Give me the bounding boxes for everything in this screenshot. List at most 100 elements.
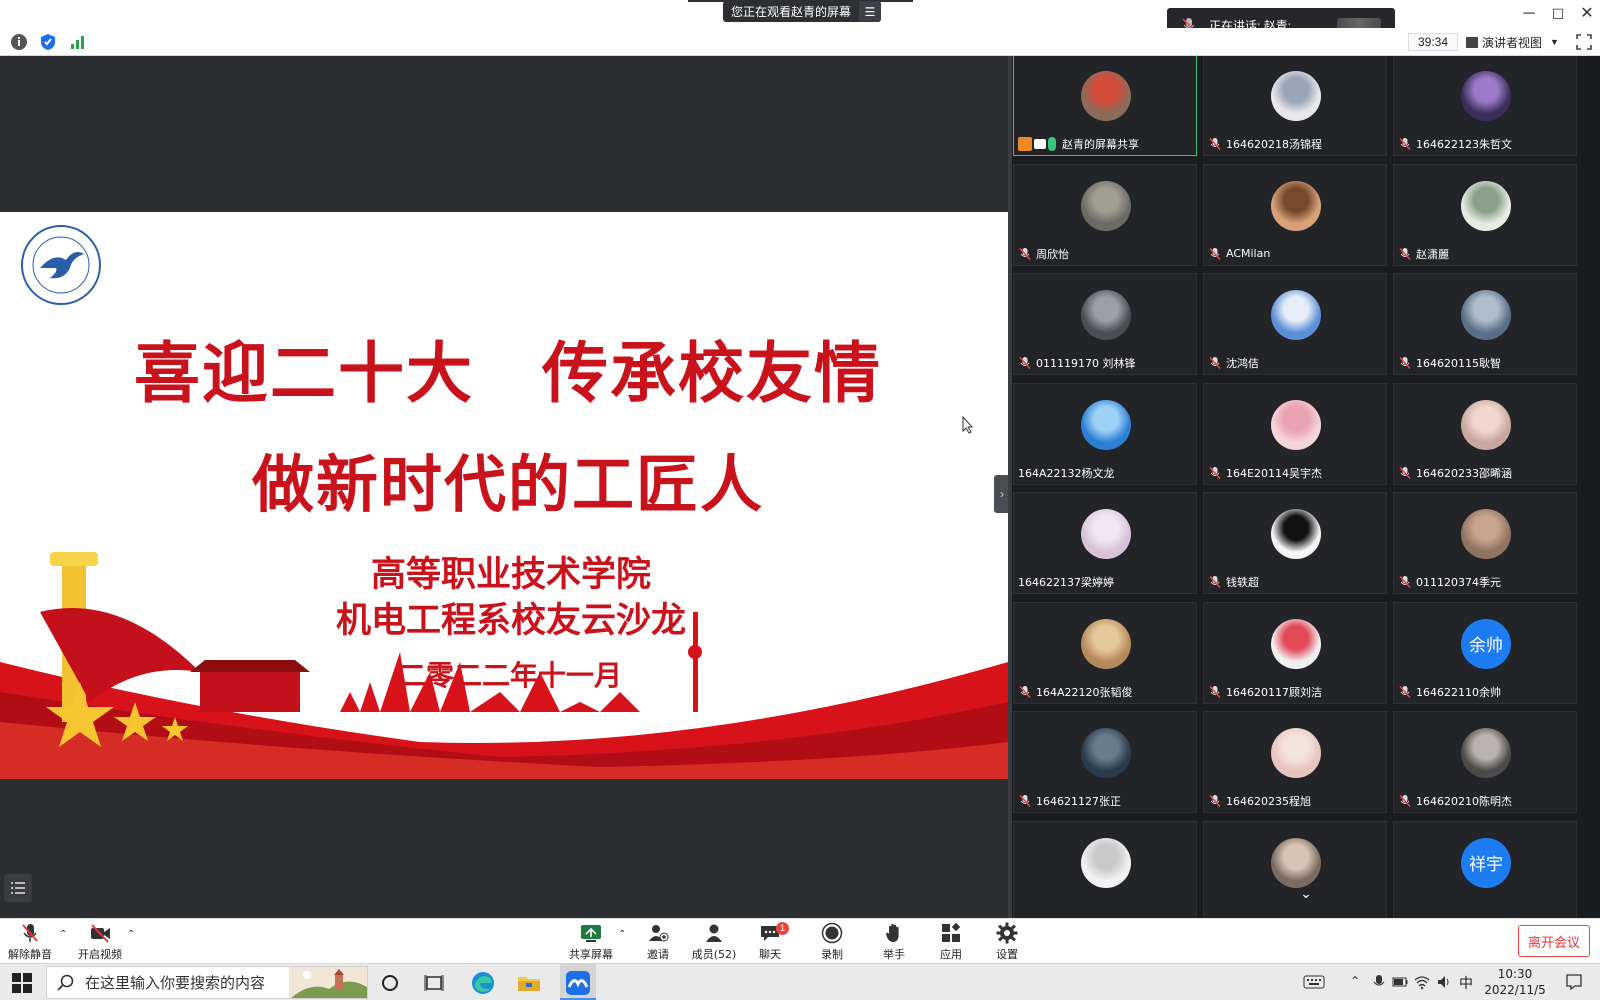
participant-tile[interactable]: 164620117顾刘洁	[1203, 601, 1387, 704]
microphone-tray-icon[interactable]	[1371, 974, 1387, 990]
tray-expand-chevron-icon[interactable]: ⌃	[1350, 974, 1366, 990]
unmute-button[interactable]: 解除静音	[0, 922, 60, 962]
participant-tile[interactable]: 011119170 刘林锋	[1013, 273, 1197, 375]
participant-tile[interactable]: 164A22120张韬俊	[1013, 601, 1197, 704]
fullscreen-icon[interactable]	[1576, 34, 1592, 50]
participant-tile[interactable]: 164620115耿智	[1393, 273, 1577, 375]
leave-meeting-button[interactable]: 离开会议	[1518, 925, 1590, 957]
participant-name-row: 164620218汤锦程	[1208, 136, 1322, 152]
security-shield-icon[interactable]	[39, 33, 57, 51]
search-placeholder: 在这里输入你要搜索的内容	[85, 974, 266, 992]
participant-tile[interactable]: 赵青的屏幕共享	[1013, 56, 1197, 156]
invite-label: 邀请	[647, 948, 669, 961]
avatar	[1461, 509, 1511, 559]
mic-muted-icon	[1209, 466, 1221, 479]
participant-tile[interactable]: 011120374季元	[1393, 492, 1577, 594]
volume-icon[interactable]	[1436, 974, 1452, 990]
participant-name: 164622137梁婷婷	[1018, 576, 1114, 589]
participant-tile[interactable]: 祥宇	[1393, 820, 1577, 918]
participant-tile[interactable]: 赵潇麗	[1393, 163, 1577, 266]
avatar	[1271, 618, 1321, 669]
file-explorer-icon[interactable]	[516, 970, 542, 996]
keyboard-layout-icon[interactable]	[1303, 974, 1325, 990]
notification-center-icon[interactable]	[1565, 973, 1583, 991]
task-view-icon[interactable]	[421, 970, 447, 996]
participant-name: ACMilan	[1226, 247, 1271, 260]
mic-muted-icon	[1399, 356, 1411, 370]
participant-tile[interactable]: 164E20114吴宇杰	[1203, 382, 1387, 485]
outline-list-button[interactable]	[4, 874, 32, 902]
start-video-button[interactable]: 开启视频	[70, 922, 130, 962]
chat-label: 聊天	[759, 948, 781, 961]
participant-tile[interactable]: 164620218汤锦程	[1203, 56, 1387, 156]
close-icon[interactable]: ✕	[1575, 4, 1599, 24]
participant-name-row: 164620210陈明杰	[1398, 793, 1512, 809]
windows-start-icon[interactable]	[12, 973, 32, 993]
battery-icon[interactable]	[1392, 974, 1408, 990]
view-selector[interactable]: 演讲者视图 ▼	[1466, 33, 1559, 51]
scroll-down-chevron-icon[interactable]: ⌄	[1296, 885, 1316, 901]
invite-person-icon	[649, 925, 669, 942]
edge-browser-icon[interactable]	[470, 970, 496, 996]
input-method-indicator[interactable]: 中	[1459, 973, 1473, 993]
chat-button[interactable]: 聊天	[740, 922, 800, 962]
participant-tile[interactable]: ACMilan	[1203, 163, 1387, 266]
participant-tile[interactable]	[1203, 820, 1387, 918]
avatar	[1461, 728, 1511, 778]
participant-name: 164A22120张韬俊	[1036, 685, 1133, 699]
taskbar-search-box[interactable]: 在这里输入你要搜索的内容	[46, 966, 368, 999]
apps-label: 应用	[940, 948, 962, 961]
menu-lines-icon[interactable]: ☰	[859, 1, 882, 22]
participant-tile[interactable]: 周欣怡	[1013, 163, 1197, 266]
share-options-chevron-icon[interactable]: ⌃	[618, 929, 626, 940]
participant-tile[interactable]: 164620210陈明杰	[1393, 711, 1577, 813]
share-screen-button[interactable]: 共享屏幕	[561, 922, 621, 962]
raise-hand-button[interactable]: 举手	[864, 922, 924, 962]
participant-tile[interactable]: 164622123朱哲文	[1393, 56, 1577, 156]
info-icon[interactable]	[10, 33, 28, 51]
participant-name: 164E20114吴宇杰	[1226, 466, 1322, 480]
participant-tile[interactable]: 164620233邵晞涵	[1393, 382, 1577, 485]
signal-strength-icon[interactable]	[69, 33, 87, 51]
invite-button[interactable]: 邀请	[628, 922, 688, 962]
host-icon	[1018, 137, 1032, 151]
mouse-cursor-icon	[962, 416, 974, 434]
participant-tile[interactable]: 164620235程旭	[1203, 711, 1387, 813]
wifi-icon[interactable]	[1414, 974, 1430, 990]
screen-share-banner[interactable]: 您正在观看赵青的屏幕 ☰	[723, 1, 882, 22]
record-button[interactable]: 录制	[802, 922, 862, 962]
mic-muted-icon	[1399, 794, 1411, 808]
participant-tile[interactable]: 164621127张正	[1013, 711, 1197, 813]
mic-muted-icon	[1209, 137, 1221, 151]
participant-name-row: 011120374季元	[1398, 574, 1501, 590]
participant-tile[interactable]: 164622137梁婷婷	[1013, 492, 1197, 594]
apps-button[interactable]: 应用	[921, 922, 981, 962]
participant-tile[interactable]: 164A22132杨文龙	[1013, 382, 1197, 485]
participant-tile[interactable]: 余帅 164622110余帅	[1393, 601, 1577, 704]
participant-name-row: 沈鸿佶	[1208, 355, 1259, 371]
tencent-meeting-icon[interactable]	[565, 970, 591, 996]
minimize-icon[interactable]: ─	[1517, 4, 1541, 24]
participant-name: 周欣怡	[1036, 247, 1069, 261]
avatar	[1461, 180, 1511, 231]
record-icon	[821, 922, 843, 944]
participant-tile[interactable]: 钱轶超	[1203, 492, 1387, 594]
cortana-icon[interactable]	[377, 970, 403, 996]
participant-name-row: 164E20114吴宇杰	[1208, 465, 1322, 481]
clock-time: 10:30	[1497, 967, 1533, 981]
meeting-window: { "banner": {"viewing_text": "您正在观看赵青的屏幕…	[0, 0, 1600, 1000]
meeting-timer: 39:34	[1408, 33, 1458, 51]
participant-name-row: 164621127张正	[1018, 793, 1121, 809]
participant-tile[interactable]	[1013, 820, 1197, 918]
avatar	[1081, 837, 1131, 888]
mic-on-icon	[1048, 137, 1056, 151]
members-button[interactable]: 成员(52)	[684, 922, 744, 962]
settings-button[interactable]: 设置	[977, 922, 1037, 962]
participant-name: 164620210陈明杰	[1416, 795, 1512, 808]
video-options-chevron-icon[interactable]: ⌃	[127, 929, 135, 940]
audio-options-chevron-icon[interactable]: ⌃	[59, 929, 67, 940]
clock-date: 2022/11/5	[1484, 983, 1546, 997]
maximize-icon[interactable]: ☐	[1546, 4, 1570, 24]
system-clock[interactable]: 10:30 2022/11/5	[1484, 966, 1546, 998]
participant-tile[interactable]: 沈鸿佶	[1203, 273, 1387, 375]
